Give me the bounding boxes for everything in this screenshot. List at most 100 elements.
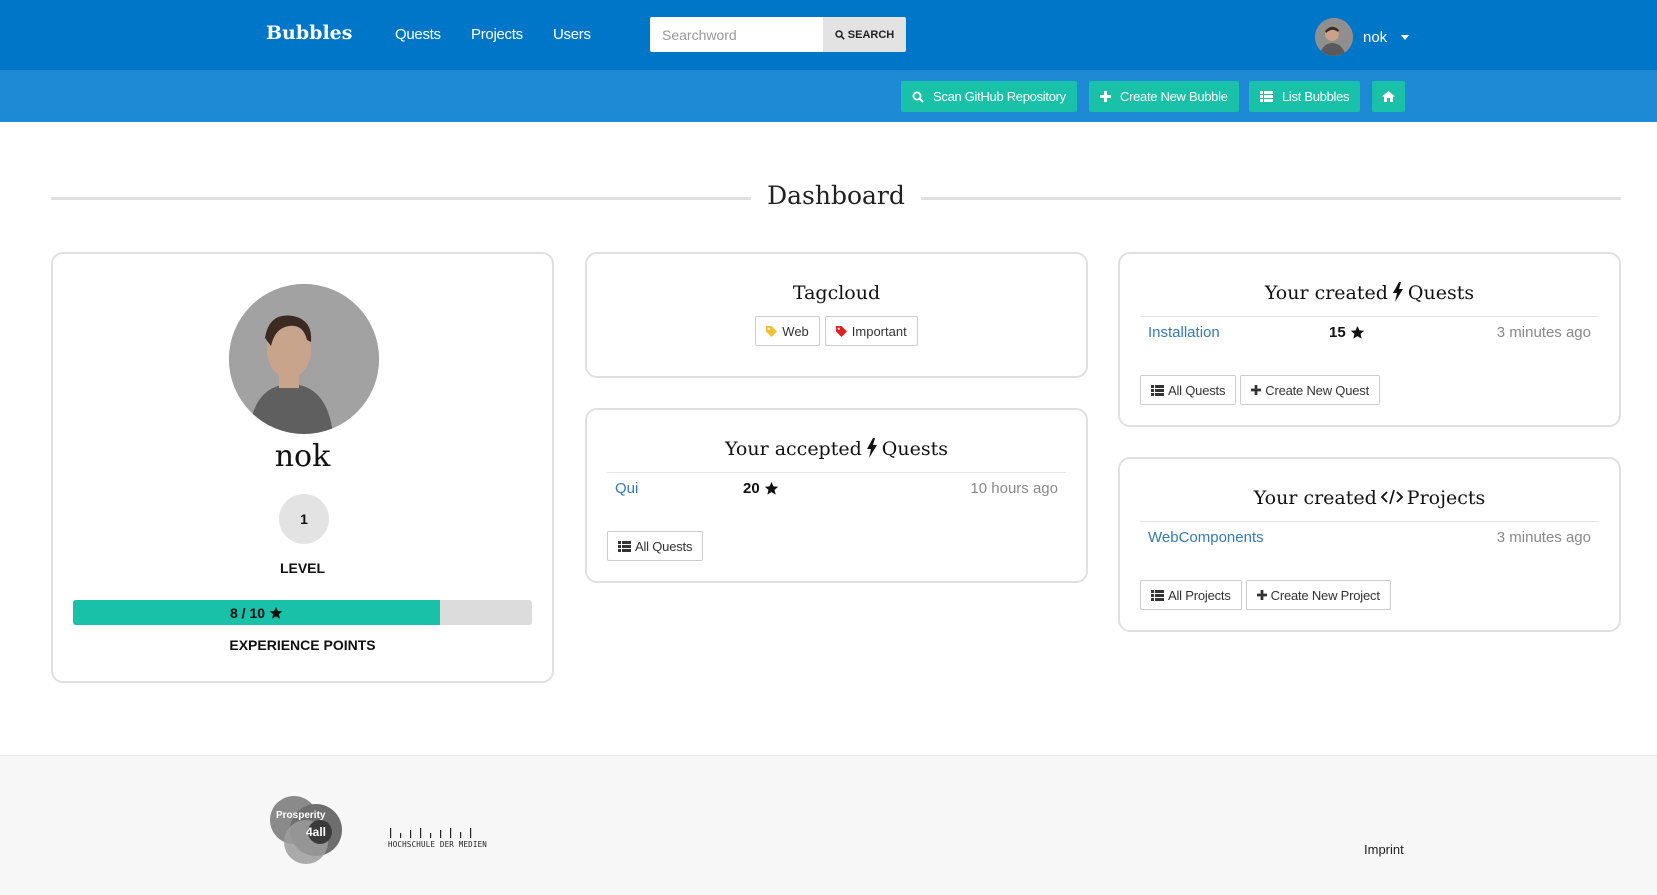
profile-avatar	[229, 284, 379, 434]
created-quests-title: Your created Quests	[1120, 282, 1619, 304]
button-group: All Quests Create New Quest	[1140, 375, 1380, 405]
experience-label: EXPERIENCE POINTS	[229, 637, 376, 653]
quest-points: 15	[1329, 324, 1365, 341]
user-menu[interactable]: nok	[1315, 18, 1410, 56]
tag-label: Web	[782, 323, 809, 339]
title-text: Quests	[881, 438, 948, 460]
star-icon	[269, 606, 283, 619]
search-icon	[835, 29, 845, 40]
create-bubble-button[interactable]: Create New Bubble	[1089, 81, 1239, 112]
title-text: Your created	[1253, 487, 1377, 509]
logo-text: HOCHSCHULE DER MEDIEN	[388, 840, 488, 849]
code-icon	[1380, 489, 1403, 505]
plus-icon	[1251, 385, 1262, 395]
experience-value: 8 / 10	[229, 604, 266, 621]
page-title-text: Dashboard	[751, 181, 921, 210]
create-quest-button[interactable]: Create New Quest	[1240, 375, 1380, 405]
list-icon	[1260, 91, 1273, 102]
points-value: 15	[1329, 324, 1346, 341]
button-label: Create New Project	[1270, 587, 1380, 603]
tag-icon	[835, 325, 847, 337]
all-quests-button[interactable]: All Quests	[1140, 375, 1237, 405]
tag-list: Web Important	[587, 316, 1086, 346]
nav-link-projects[interactable]: Projects	[471, 26, 523, 43]
search-button-label: SEARCH	[847, 28, 895, 41]
list-icon	[1151, 384, 1164, 396]
experience-progress-text: 8 / 10	[73, 600, 440, 625]
quest-time: 3 minutes ago	[1496, 324, 1591, 341]
table-row: Installation 15 3 minutes ago	[1148, 324, 1591, 348]
page-title: Dashboard	[51, 181, 1621, 210]
accepted-quests-panel: Your accepted Quests Qui 20 10 hours ago…	[585, 408, 1088, 583]
tagcloud-panel: Tagcloud Web Important	[585, 252, 1088, 378]
button-label: All Quests	[635, 538, 693, 554]
hdm-logo[interactable]: HOCHSCHULE DER MEDIEN	[388, 826, 498, 852]
button-label: Create New Quest	[1265, 382, 1369, 398]
create-bubble-label: Create New Bubble	[1120, 89, 1228, 104]
created-projects-title: Your created Projects	[1120, 487, 1619, 509]
plus-icon	[1100, 91, 1111, 102]
experience-progress-bar: 8 / 10	[73, 600, 532, 625]
search-input[interactable]	[650, 17, 823, 52]
created-projects-panel: Your created Projects WebComponents 3 mi…	[1118, 457, 1621, 632]
table-row: WebComponents 3 minutes ago	[1148, 529, 1591, 553]
nav-link-quests[interactable]: Quests	[395, 26, 441, 43]
level-label: LEVEL	[279, 560, 326, 576]
plus-icon	[1256, 590, 1267, 600]
prosperity4all-logo[interactable]: Prosperity 4all	[264, 794, 354, 866]
project-time: 3 minutes ago	[1496, 529, 1591, 546]
bolt-icon	[866, 438, 877, 458]
logo-text: 4all	[306, 825, 327, 839]
avatar	[1315, 18, 1353, 56]
tagcloud-title: Tagcloud	[792, 282, 881, 304]
search-icon	[912, 91, 924, 103]
level-badge: 1	[279, 494, 329, 544]
divider	[607, 472, 1066, 473]
created-quests-panel: Your created Quests Installation 15 3 mi…	[1118, 252, 1621, 427]
button-group: All Projects Create New Project	[1140, 580, 1391, 610]
accepted-quests-title: Your accepted Quests	[587, 438, 1086, 460]
star-icon	[1350, 325, 1364, 339]
action-bar: Scan GitHub Repository Create New Bubble…	[0, 70, 1657, 122]
tag-label: Important	[851, 323, 907, 339]
button-label: All Quests	[1168, 382, 1226, 398]
list-icon	[618, 540, 631, 552]
page-title-section: Dashboard	[51, 178, 1621, 218]
title-text: Your created	[1264, 282, 1388, 304]
search-button[interactable]: SEARCH	[823, 17, 906, 52]
profile-name: nok	[274, 439, 331, 474]
profile-panel: nok 1 LEVEL 8 / 10 EXPERIENCE POINTS	[51, 252, 554, 683]
tag-web[interactable]: Web	[755, 316, 820, 346]
project-link[interactable]: WebComponents	[1148, 529, 1264, 546]
tag-important[interactable]: Important	[824, 316, 918, 346]
brand-logo[interactable]: Bubbles	[266, 22, 352, 44]
caret-down-icon	[1401, 34, 1410, 40]
search-form: SEARCH	[650, 17, 906, 52]
list-bubbles-button[interactable]: List Bubbles	[1249, 81, 1361, 112]
logo-text: Prosperity	[276, 810, 326, 821]
button-label: All Projects	[1168, 587, 1231, 603]
divider	[1140, 521, 1599, 522]
list-bubbles-label: List Bubbles	[1282, 89, 1350, 104]
quest-link[interactable]: Qui	[615, 480, 638, 497]
top-navbar: Bubbles Quests Projects Users SEARCH nok	[0, 0, 1657, 70]
scan-github-button[interactable]: Scan GitHub Repository	[901, 81, 1077, 112]
bolt-icon	[1392, 282, 1403, 302]
scan-github-label: Scan GitHub Repository	[933, 89, 1066, 104]
title-text: Quests	[1407, 282, 1475, 304]
home-button[interactable]	[1372, 81, 1405, 112]
imprint-link[interactable]: Imprint	[1364, 842, 1404, 857]
home-icon	[1382, 91, 1395, 102]
create-project-button[interactable]: Create New Project	[1245, 580, 1391, 610]
points-value: 20	[743, 480, 760, 497]
quest-time: 10 hours ago	[970, 480, 1058, 497]
nav-link-users[interactable]: Users	[553, 26, 591, 43]
all-quests-button[interactable]: All Quests	[607, 531, 704, 561]
footer: Prosperity 4all HOCHSCHULE DER MEDIEN Im…	[0, 755, 1657, 895]
quest-link[interactable]: Installation	[1148, 324, 1220, 341]
quest-points: 20	[743, 480, 779, 497]
tag-icon	[766, 325, 778, 337]
user-name: nok	[1363, 28, 1388, 46]
star-icon	[764, 481, 778, 495]
all-projects-button[interactable]: All Projects	[1140, 580, 1242, 610]
